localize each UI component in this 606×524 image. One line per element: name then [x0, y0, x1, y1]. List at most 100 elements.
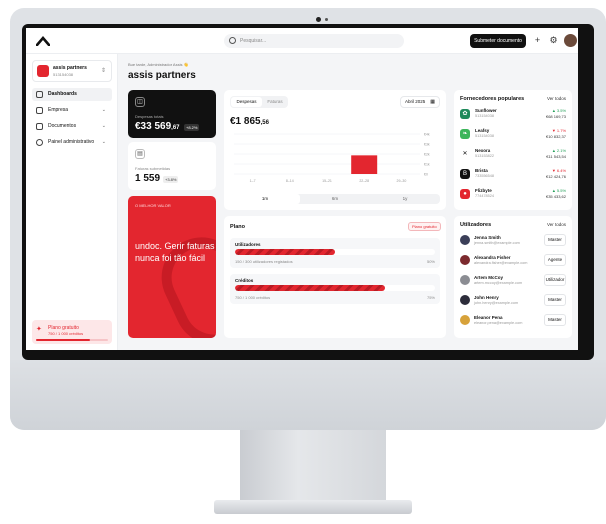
user-role-button[interactable]: Agente: [544, 254, 566, 266]
suppliers-title: Fornecedores populares: [460, 96, 525, 102]
user-row[interactable]: John Henry john.henry@example.com Master: [460, 292, 566, 310]
plan-users-label: Utilizadores: [235, 242, 261, 247]
tab-despesas[interactable]: Despesas: [231, 97, 262, 107]
user-icon: [36, 139, 43, 146]
tab-faturas[interactable]: Faturas: [263, 97, 287, 107]
supplier-row[interactable]: ✿ Sunflower 513154038 ▲ 3.5% €68 169,73: [460, 106, 566, 124]
supplier-logo-icon: ●: [460, 189, 470, 199]
chart-bar[interactable]: [351, 155, 378, 174]
supplier-amount: €68 169,73: [545, 114, 566, 119]
supplier-amount: €35 433,62: [545, 194, 566, 199]
supplier-id: 774478524: [475, 194, 495, 198]
avatar: [460, 235, 470, 245]
sensor-icon: [325, 18, 328, 21]
promo-text: undoc. Gerir faturas nunca foi tão fácil: [135, 241, 215, 263]
wallet-icon: ◫: [135, 97, 145, 107]
plan-badge[interactable]: Plano gratuito: [408, 222, 441, 231]
search-placeholder: Pesquisar...: [240, 38, 267, 44]
chart-y-tick: €1k: [424, 163, 430, 167]
sidebar-item-label: Dashboards: [48, 91, 77, 97]
plus-icon[interactable]: +: [532, 35, 543, 46]
submit-document-button[interactable]: Submeter documento: [470, 34, 526, 48]
sidebar-item-label: Empresa: [48, 107, 69, 113]
invoices-value: 1 559: [135, 173, 161, 184]
chevron-down-icon: ⌄: [101, 139, 106, 145]
free-plan-widget[interactable]: ✦ Plano gratuito 750 / 1 000 créditos: [32, 320, 112, 344]
sidebar-item-dashboards[interactable]: Dashboards: [32, 88, 112, 101]
user-email: artem.mccoy@example.com: [474, 281, 523, 285]
users-view-all-link[interactable]: Ver todos: [547, 222, 566, 227]
total-expenses-cents: ,67: [171, 125, 180, 131]
app-screen: Pesquisar... Submeter documento + ⚙ assi…: [26, 28, 578, 350]
user-name: Alexandra Fisher: [474, 255, 511, 260]
user-row[interactable]: Alexandra Fisher alexandra.fisher@example…: [460, 252, 566, 270]
user-role-button[interactable]: Master: [544, 314, 566, 326]
range-6m[interactable]: 6m: [300, 194, 370, 204]
chart-x-tick: 22–28: [359, 179, 369, 183]
user-row[interactable]: Jenna Smith jenna.smith@example.com Master: [460, 232, 566, 250]
range-1m[interactable]: 1m: [230, 194, 300, 204]
avatar: [460, 295, 470, 305]
org-switcher[interactable]: assis partners 513154038 ⇕: [32, 60, 112, 82]
plan-users-progress: [235, 249, 435, 255]
user-role-button[interactable]: Master: [544, 234, 566, 246]
org-name: assis partners: [53, 65, 87, 71]
free-plan-progress-fill: [36, 339, 90, 341]
gear-icon[interactable]: ⚙: [548, 35, 559, 46]
plan-credits-progress: [235, 285, 435, 291]
user-row[interactable]: Eleanor Pena eleanor.pena@example.com Mast…: [460, 312, 566, 330]
gift-icon: ✦: [36, 326, 42, 333]
supplier-id: 513154038: [475, 134, 495, 138]
promo-banner[interactable]: O MELHOR VALOR undoc. Gerir faturas nunc…: [128, 196, 216, 338]
supplier-row[interactable]: ✕ Nexora 513153822 ▲ 2.1% €11 543,54: [460, 146, 566, 164]
chart-x-tick: 8–14: [286, 179, 294, 183]
user-role-button[interactable]: Utilizador: [544, 274, 566, 286]
invoices-card[interactable]: ▤ Faturas submetidas 1 559 +3.8%: [128, 142, 216, 190]
free-plan-progress: [36, 339, 108, 341]
invoices-badge: +3.8%: [163, 176, 179, 183]
total-expenses-label: Despesas totais: [135, 114, 164, 119]
user-row[interactable]: Artem McCoy artem.mccoy@example.com Utiliz…: [460, 272, 566, 290]
sidebar-item-empresa[interactable]: Empresa ⌄: [32, 104, 112, 117]
supplier-row[interactable]: ❧ Leafsy 513154038 ▼ 1.7% €10 832,37: [460, 126, 566, 144]
chart-y-tick: €3k: [424, 143, 430, 147]
supplier-logo-icon: B: [460, 169, 470, 179]
avatar[interactable]: [564, 34, 577, 47]
chart-y-tick: €4k: [424, 133, 430, 137]
chevron-down-icon: ⌄: [101, 123, 106, 129]
user-email: john.henry@example.com: [474, 301, 519, 305]
sidebar-item-painel[interactable]: Painel administrativo ⌄: [32, 136, 112, 149]
supplier-row[interactable]: ● Flizbyte 774478524 ▲ 5.5% €35 433,62: [460, 186, 566, 204]
chart-total-value: €1 865,56: [230, 116, 269, 127]
expenses-chart-card: Despesas Faturas Abril 2025 ▦ €1 865,56 …: [224, 90, 446, 210]
sidebar-item-documentos[interactable]: Documentos ⌄: [32, 120, 112, 133]
supplier-name: Leafsy: [475, 128, 490, 133]
search-input[interactable]: Pesquisar...: [224, 34, 404, 48]
plan-credits-pct: 75%: [426, 295, 435, 300]
supplier-name: Sunflower: [475, 108, 497, 113]
total-expenses-card[interactable]: ◫ Despesas totais €33 569,67 +8.2%: [128, 90, 216, 138]
supplier-change: ▼ 6.4%: [551, 168, 566, 173]
supplier-amount: €12 424,76: [545, 174, 566, 179]
chart-x-tick: 15–21: [322, 179, 332, 183]
supplier-row[interactable]: B Brista 733556548 ▼ 6.4% €12 424,76: [460, 166, 566, 184]
supplier-logo-icon: ✿: [460, 109, 470, 119]
supplier-change: ▲ 5.5%: [551, 188, 566, 193]
monitor-chin: [10, 360, 606, 430]
month-picker[interactable]: Abril 2025 ▦: [400, 96, 440, 108]
range-1y[interactable]: 1y: [370, 194, 440, 204]
org-id: 513154038: [53, 72, 74, 77]
app-logo-icon[interactable]: [36, 36, 50, 46]
chart-x-tick: 29–30: [397, 179, 407, 183]
chart-toggle: Despesas Faturas: [230, 96, 288, 108]
sidebar: assis partners 513154038 ⇕ Dashboards Em…: [26, 54, 118, 350]
promo-tag: O MELHOR VALOR: [135, 203, 171, 208]
month-label: Abril 2025: [405, 99, 426, 104]
user-email: eleanor.pena@example.com: [474, 321, 523, 325]
plan-credits-box: Créditos 750 / 1 000 créditos 75%: [230, 274, 440, 304]
dashboard-icon: [36, 91, 43, 98]
suppliers-view-all-link[interactable]: Ver todos: [547, 96, 566, 101]
supplier-name: Flizbyte: [475, 188, 492, 193]
avatar: [460, 275, 470, 285]
user-role-button[interactable]: Master: [544, 294, 566, 306]
